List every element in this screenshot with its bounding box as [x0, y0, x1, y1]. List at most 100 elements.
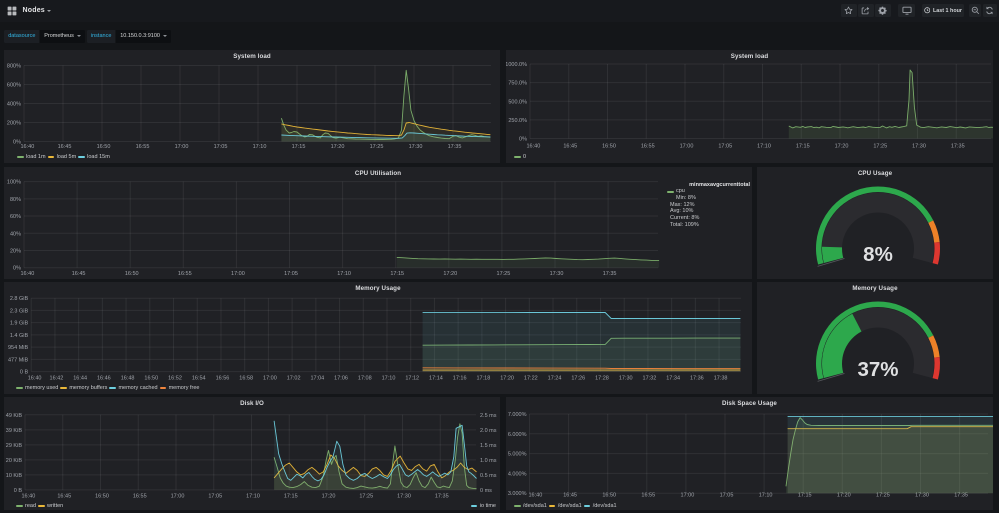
- x-tick-label: 17:00: [681, 493, 695, 499]
- zoom-out-icon: [971, 6, 979, 15]
- x-tick-label: 17:05: [720, 493, 734, 499]
- legend-item[interactable]: load 1m: [17, 154, 46, 160]
- x-tick-label: 16:45: [563, 144, 577, 150]
- chart-diskio: 0 B0 ms10 KiB 0.5 ms20 KiB 1.0 ms29 KiB 1.5…: [6, 413, 497, 500]
- settings-button[interactable]: [874, 4, 891, 17]
- y-tick-label: 100%: [7, 180, 21, 186]
- legend-series-name: memory used: [25, 385, 59, 391]
- y-tick-label: 49 KiB: [6, 413, 23, 419]
- panel-disk-io[interactable]: Disk I/O 0 B0 ms 10 KiB 0.5 ms 20 KiB 1.0 ms…: [4, 397, 500, 510]
- tv-mode-button[interactable]: [897, 4, 916, 17]
- legend-item[interactable]: load 15m: [78, 154, 110, 160]
- x-tick-label: 16:40: [529, 493, 543, 499]
- legend: 0: [514, 154, 526, 160]
- legend-item[interactable]: written: [38, 503, 63, 509]
- x-tick-label: 17:25: [497, 271, 511, 277]
- x-tick-label: 17:06: [334, 376, 348, 382]
- panel-cpu-utilisation[interactable]: CPU Utilisation 0% 20% 40% 60% 80% 100% 16:40 1…: [4, 167, 752, 279]
- dashboard-title[interactable]: Nodes: [23, 7, 45, 14]
- chevron-down-icon[interactable]: [47, 9, 52, 12]
- legend-series-color: [16, 505, 23, 507]
- legend-series-name: load 5m: [56, 153, 77, 160]
- x-tick-label: 16:44: [73, 376, 87, 382]
- x-tick-label: 17:14: [429, 376, 443, 382]
- legend-item[interactable]: /dev/sda1: [583, 503, 617, 509]
- y-tick-label: 5.000%: [508, 452, 527, 458]
- x-tick-label: 17:20: [443, 271, 457, 277]
- legend-item[interactable]: 0: [514, 154, 526, 160]
- x-tick-label: 17:35: [435, 494, 449, 500]
- legend-item[interactable]: memory used: [16, 385, 58, 391]
- dashboard-grid-icon[interactable]: [7, 6, 17, 16]
- legend-series-color: [38, 505, 45, 507]
- legend: /dev/sda1/dev/sda1/dev/sda1: [514, 503, 617, 509]
- x-tick-label: 17:05: [284, 271, 298, 277]
- x-tick-label: 17:20: [837, 493, 851, 499]
- chart-sysload2: 0% 250.0% 500.0% 750.0% 1000.0% 16:40 16:45 16:…: [506, 62, 993, 150]
- panel-memory-usage-gauge[interactable]: Memory Usage 37%: [757, 282, 993, 394]
- legend-item[interactable]: /dev/sda1: [548, 503, 582, 509]
- x-tick-label: 16:50: [144, 376, 158, 382]
- panel-memory-usage[interactable]: Memory Usage 0 B 477 MiB 954 MiB 1.4 GiB 1.9…: [4, 282, 752, 394]
- legend-series-color: [60, 387, 67, 389]
- zoom-out-button[interactable]: [968, 4, 982, 17]
- y-tick-label: 20%: [10, 248, 21, 254]
- legend-item[interactable]: /dev/sda1: [514, 503, 547, 509]
- navbar: Nodes Last 1 hour: [0, 0, 999, 22]
- panel-system-load-1[interactable]: System load 0% 200% 400% 600% 800% 16:40 16:45…: [4, 50, 500, 163]
- x-tick-label: 17:08: [358, 376, 372, 382]
- gauge-memgauge: 37%: [815, 301, 941, 382]
- panel-system-load-2[interactable]: System load 0% 250.0% 500.0% 750.0% 1000.0% 1…: [506, 50, 993, 163]
- x-tick-label: 17:35: [951, 144, 965, 150]
- x-tick-label: 17:00: [263, 376, 277, 382]
- x-tick-label: 17:15: [798, 493, 812, 499]
- x-tick-label: 17:30: [409, 144, 423, 150]
- variable-datasource-value[interactable]: Prometheus: [40, 29, 86, 43]
- x-tick-label: 16:40: [28, 376, 42, 382]
- legend-table-header: minmaxavgcurrenttotal: [689, 181, 750, 188]
- variable-instance-value[interactable]: 10.150.0.3:9100: [116, 29, 172, 43]
- x-tick-label: 17:25: [876, 493, 890, 499]
- legend-series-name: load 15m: [87, 153, 110, 160]
- x-tick-label: 16:56: [216, 376, 230, 382]
- x-tick-label: 17:25: [359, 494, 373, 500]
- x-tick-label: 16:50: [95, 494, 109, 500]
- legend-item[interactable]: read: [16, 503, 36, 509]
- x-tick-label: 17:35: [603, 271, 617, 277]
- legend-item[interactable]: memory buffers: [60, 385, 107, 391]
- refresh-button[interactable]: [983, 4, 997, 17]
- y-tick-label: 1.9 GiB: [10, 321, 29, 327]
- legend-item[interactable]: io time: [470, 503, 496, 509]
- chart-cpu: 0%20%40%60%80%100%16:40 16:45 16:50 16:55 17…: [7, 180, 660, 277]
- legend-series-color: [514, 155, 521, 158]
- legend-series-color: [47, 155, 55, 158]
- legend-series-name: /dev/sda1: [523, 502, 547, 509]
- time-picker-button[interactable]: Last 1 hour: [922, 4, 964, 17]
- refresh-icon: [986, 6, 993, 15]
- panel-disk-space-usage[interactable]: Disk Space Usage 3.000% 4.000% 5.000% 6.000…: [506, 397, 993, 510]
- x-tick-label: 17:30: [915, 493, 929, 499]
- legend-series-name: io time: [479, 503, 496, 509]
- y-tick-label: 20 KiB: [6, 458, 23, 464]
- legend-item[interactable]: memory cached: [109, 385, 158, 391]
- x-tick-label: 17:35: [954, 493, 968, 499]
- share-button[interactable]: [857, 4, 874, 17]
- x-tick-label: 16:45: [563, 493, 577, 499]
- legend-item[interactable]: memory free: [159, 385, 199, 391]
- y-tick-label: 1.4 GiB: [10, 333, 29, 339]
- legend-series-color: [17, 155, 24, 158]
- legend-item[interactable]: cpu: [659, 188, 750, 195]
- x-tick-label: 17:28: [595, 376, 609, 382]
- legend-item[interactable]: load 5m: [47, 153, 77, 160]
- x-tick-label: 17:16: [453, 376, 467, 382]
- x-tick-label: 16:40: [21, 144, 35, 150]
- legend-stat: Total: 109%: [670, 221, 699, 228]
- panel-cpu-usage-gauge[interactable]: CPU Usage 8%: [757, 167, 993, 279]
- x-tick-label: 16:40: [527, 144, 541, 150]
- x-tick-label: 16:55: [133, 494, 147, 500]
- star-button[interactable]: [841, 4, 857, 17]
- x-tick-label: 16:45: [72, 271, 86, 277]
- x-tick-label: 16:55: [641, 493, 655, 499]
- legend-series-color: [16, 387, 23, 389]
- x-tick-label: 17:26: [571, 376, 585, 382]
